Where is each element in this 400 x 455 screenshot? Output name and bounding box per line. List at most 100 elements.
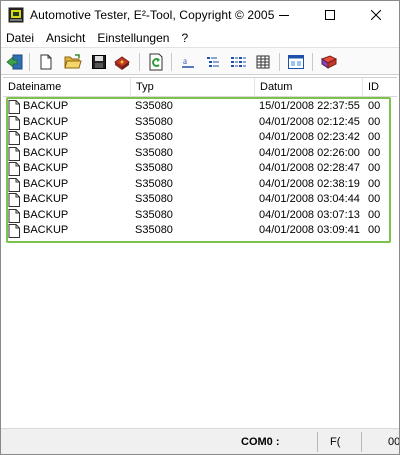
- column-header-dateiname[interactable]: Dateiname: [3, 78, 131, 97]
- cell-typ: S35080: [135, 162, 173, 174]
- toolbar-separator: [171, 53, 172, 71]
- menu-ansicht[interactable]: Ansicht: [40, 29, 91, 47]
- cell-dateiname: BACKUP: [23, 208, 69, 221]
- details-view-button[interactable]: [253, 52, 273, 72]
- cell-typ: S35080: [135, 115, 173, 128]
- file-icon: [8, 115, 20, 130]
- list-item[interactable]: BACKUP S35080 04/01/2008 02:28:47 00: [3, 161, 397, 177]
- small-icons-button[interactable]: [203, 52, 223, 72]
- cell-typ: S35080: [135, 131, 173, 143]
- file-icon: [8, 100, 20, 114]
- menu-datei[interactable]: Datei: [1, 29, 40, 47]
- cell-datum: 04/01/2008 02:38:19: [259, 177, 360, 190]
- cell-datum: 04/01/2008 02:23:42: [259, 131, 360, 143]
- toolbar-separator: [139, 53, 140, 71]
- file-icon: [8, 177, 20, 192]
- list-item[interactable]: BACKUP S35080 04/01/2008 03:04:44 00: [3, 192, 397, 208]
- status-pane-2: F(: [317, 432, 361, 452]
- properties-icon: [288, 55, 304, 69]
- menu-help[interactable]: ?: [175, 29, 194, 47]
- cell-id: 00: [368, 115, 381, 128]
- title-bar[interactable]: Automotive Tester, E²-Tool, Copyright © …: [1, 1, 399, 29]
- refresh-icon: [149, 53, 163, 71]
- toolbar-separator: [312, 53, 313, 71]
- cell-datum: 04/01/2008 02:28:47: [259, 162, 360, 174]
- cell-typ: S35080: [135, 177, 173, 190]
- toolbar-separator: [29, 53, 30, 71]
- file-icon: [8, 208, 20, 223]
- status-port-label: COM0 :: [241, 436, 280, 448]
- minimize-icon: [279, 15, 289, 16]
- cell-datum: 04/01/2008 03:07:13: [259, 208, 360, 221]
- column-header-id[interactable]: ID: [363, 78, 397, 97]
- cell-datum: 15/01/2008 22:37:55: [259, 100, 360, 112]
- cell-datum: 04/01/2008 02:12:45: [259, 115, 360, 128]
- cell-dateiname: BACKUP: [23, 146, 69, 159]
- cell-typ: S35080: [135, 100, 173, 112]
- list-header: Dateiname Typ Datum ID: [3, 78, 397, 97]
- save-button[interactable]: [89, 52, 109, 72]
- minimize-button[interactable]: [261, 1, 307, 29]
- cell-dateiname: BACKUP: [23, 224, 69, 236]
- status-bar: COM0 : F( 00: [1, 428, 399, 454]
- details-view-icon: [256, 55, 270, 69]
- large-icons-icon: a: [182, 56, 194, 68]
- file-icon: [8, 162, 20, 176]
- list-item[interactable]: BACKUP S35080 04/01/2008 02:38:19 00: [3, 177, 397, 193]
- window-title: Automotive Tester, E²-Tool, Copyright © …: [30, 8, 275, 22]
- cell-id: 00: [368, 224, 381, 236]
- menu-einstellungen[interactable]: Einstellungen: [91, 29, 175, 47]
- maximize-icon: [325, 10, 335, 20]
- close-button[interactable]: [353, 1, 399, 29]
- help-book-icon: [320, 55, 338, 69]
- open-folder-icon: [64, 54, 82, 69]
- cell-datum: 04/01/2008 03:04:44: [259, 193, 360, 205]
- close-icon: [371, 10, 381, 20]
- read-device-icon: [114, 56, 130, 70]
- file-list[interactable]: Dateiname Typ Datum ID BACKUP S35080 15/01…: [3, 77, 397, 427]
- app-window: Automotive Tester, E²-Tool, Copyright © …: [0, 0, 400, 455]
- status-pane-2-text: F(: [330, 436, 341, 448]
- exit-button[interactable]: [5, 52, 25, 72]
- column-header-typ[interactable]: Typ: [131, 78, 255, 97]
- list-item[interactable]: BACKUP S35080 04/01/2008 02:23:42 00: [3, 130, 397, 146]
- cell-typ: S35080: [135, 224, 173, 236]
- list-item[interactable]: BACKUP S35080 04/01/2008 02:12:45 00: [3, 115, 397, 131]
- cell-dateiname: BACKUP: [23, 100, 69, 112]
- status-port: COM0 :: [237, 432, 317, 452]
- list-view-icon: [231, 57, 246, 67]
- cell-id: 00: [368, 146, 381, 159]
- save-disk-icon: [92, 55, 106, 69]
- exit-icon: [6, 54, 23, 70]
- read-device-button[interactable]: [112, 52, 132, 72]
- list-item[interactable]: BACKUP S35080 15/01/2008 22:37:55 00: [3, 99, 397, 115]
- large-icons-button[interactable]: a: [178, 52, 198, 72]
- cell-id: 00: [368, 193, 381, 205]
- file-icon: [8, 193, 20, 207]
- properties-button[interactable]: [286, 52, 306, 72]
- cell-id: 00: [368, 100, 381, 112]
- open-folder-button[interactable]: [63, 52, 83, 72]
- toolbar-separator: [279, 53, 280, 71]
- cell-id: 00: [368, 177, 381, 190]
- file-icon: [8, 224, 20, 238]
- cell-typ: S35080: [135, 146, 173, 159]
- cell-dateiname: BACKUP: [23, 193, 69, 205]
- help-button[interactable]: [319, 52, 339, 72]
- file-icon: [8, 146, 20, 161]
- list-view-button[interactable]: [228, 52, 248, 72]
- app-icon: [8, 7, 24, 23]
- list-item[interactable]: BACKUP S35080 04/01/2008 03:09:41 00: [3, 223, 397, 239]
- status-pane-3: 00: [361, 432, 399, 452]
- cell-id: 00: [368, 162, 381, 174]
- menu-bar: Datei Ansicht Einstellungen ?: [1, 29, 399, 47]
- list-item[interactable]: BACKUP S35080 04/01/2008 03:07:13 00: [3, 208, 397, 224]
- maximize-button[interactable]: [307, 1, 353, 29]
- column-header-datum[interactable]: Datum: [255, 78, 363, 97]
- list-item[interactable]: BACKUP S35080 04/01/2008 02:26:00 00: [3, 146, 397, 162]
- cell-datum: 04/01/2008 03:09:41: [259, 224, 360, 236]
- refresh-button[interactable]: [146, 52, 166, 72]
- new-file-icon: [40, 54, 52, 70]
- new-file-button[interactable]: [36, 52, 56, 72]
- small-icons-icon: [207, 57, 219, 67]
